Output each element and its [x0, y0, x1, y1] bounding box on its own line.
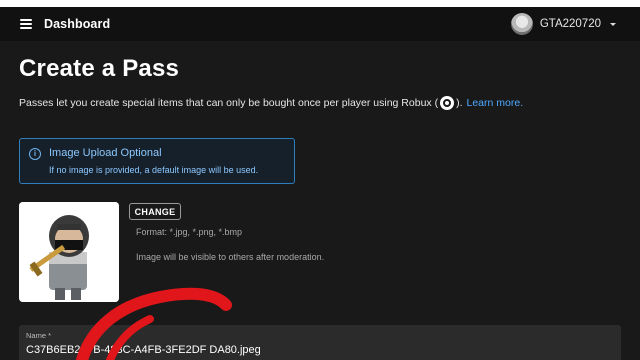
name-field[interactable]: Name * C37B6EB2-9 B-483C-A4FB-3FE2DF DA8… [19, 325, 621, 360]
format-hint: Format: *.jpg, *.png, *.bmp [136, 227, 243, 237]
pass-image-preview [19, 202, 119, 302]
avatar [510, 13, 533, 35]
username: GTA220720 [539, 18, 601, 30]
menu-icon[interactable] [20, 19, 32, 29]
robux-icon [440, 96, 455, 110]
top-bar: Dashboard GTA220720 [0, 7, 640, 41]
user-menu[interactable]: GTA220720 [510, 13, 616, 35]
page-description: Passes let you create special items that… [19, 96, 523, 110]
info-icon: i [29, 148, 41, 160]
learn-more-link[interactable]: Learn more. [467, 97, 524, 109]
name-label: Name * [26, 331, 52, 340]
screen: Dashboard GTA220720 Create a Pass Passes… [0, 7, 640, 360]
description-end: ). [456, 97, 463, 109]
moderation-note: Image will be visible to others after mo… [136, 252, 325, 262]
name-input-value[interactable]: C37B6EB2-9 B-483C-A4FB-3FE2DF DA80.jpeg [26, 344, 261, 356]
topbar-title: Dashboard [44, 17, 111, 31]
change-image-button[interactable]: CHANGE [129, 203, 181, 220]
caret-down-icon [610, 22, 616, 26]
page-title: Create a Pass [19, 55, 180, 82]
description-text: Passes let you create special items that… [19, 97, 439, 109]
info-box: i Image Upload Optional If no image is p… [19, 138, 295, 184]
info-text: If no image is provided, a default image… [49, 165, 259, 175]
info-title: Image Upload Optional [49, 147, 162, 159]
character-illustration [19, 202, 119, 302]
